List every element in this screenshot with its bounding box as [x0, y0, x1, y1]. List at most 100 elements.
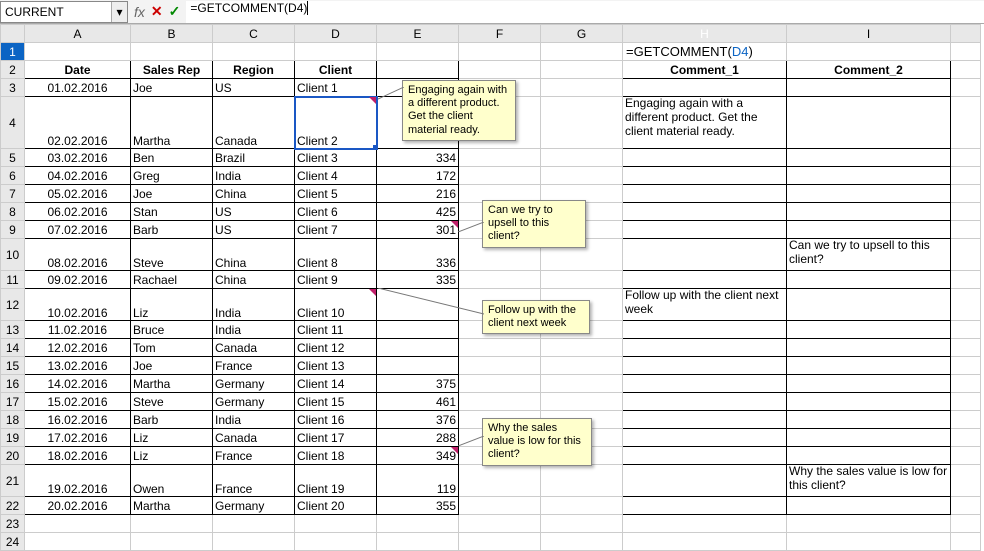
cell[interactable]: [951, 533, 981, 551]
cell-client[interactable]: Client 15: [295, 393, 377, 411]
cell-comment2[interactable]: Can we try to upsell to this client?: [787, 239, 951, 271]
cell[interactable]: [377, 515, 459, 533]
col-header-spill[interactable]: [951, 25, 981, 43]
cell-date[interactable]: 06.02.2016: [25, 203, 131, 221]
header-rep[interactable]: Sales Rep: [131, 61, 213, 79]
cell-client[interactable]: Client 9: [295, 271, 377, 289]
cell-comment2[interactable]: [787, 321, 951, 339]
cell[interactable]: [459, 43, 541, 61]
cell-comment1[interactable]: [623, 239, 787, 271]
name-box-dropdown[interactable]: ▾: [111, 2, 127, 22]
col-header-F[interactable]: F: [459, 25, 541, 43]
cell-date[interactable]: 14.02.2016: [25, 375, 131, 393]
cell-comment1[interactable]: [623, 375, 787, 393]
formula-input[interactable]: =GETCOMMENT(D4): [186, 1, 984, 23]
cell-date[interactable]: 20.02.2016: [25, 497, 131, 515]
cell[interactable]: [951, 497, 981, 515]
cell[interactable]: [25, 515, 131, 533]
cell-rep[interactable]: Barb: [131, 411, 213, 429]
cell[interactable]: [951, 357, 981, 375]
cell-rep[interactable]: Liz: [131, 289, 213, 321]
cell[interactable]: [951, 203, 981, 221]
cell-comment1[interactable]: [623, 321, 787, 339]
cell-client[interactable]: Client 19: [295, 465, 377, 497]
cell-date[interactable]: 10.02.2016: [25, 289, 131, 321]
cell[interactable]: [377, 533, 459, 551]
row-header-2[interactable]: 2: [1, 61, 25, 79]
cell-region[interactable]: Canada: [213, 429, 295, 447]
cell-comment2[interactable]: [787, 497, 951, 515]
cell[interactable]: [951, 339, 981, 357]
cell-region[interactable]: India: [213, 289, 295, 321]
cell-date[interactable]: 04.02.2016: [25, 167, 131, 185]
cell[interactable]: [459, 533, 541, 551]
cell[interactable]: [951, 221, 981, 239]
cell[interactable]: [951, 239, 981, 271]
fx-icon[interactable]: fx: [134, 4, 145, 20]
cell-rep[interactable]: Ben: [131, 149, 213, 167]
cancel-icon[interactable]: ✕: [151, 3, 163, 20]
row-header-6[interactable]: 6: [1, 167, 25, 185]
cell[interactable]: [131, 533, 213, 551]
row-header-22[interactable]: 22: [1, 497, 25, 515]
col-header-B[interactable]: B: [131, 25, 213, 43]
cell[interactable]: [459, 357, 541, 375]
cell-date[interactable]: 16.02.2016: [25, 411, 131, 429]
cell[interactable]: [623, 533, 787, 551]
cell-client[interactable]: Client 12: [295, 339, 377, 357]
cell-region[interactable]: US: [213, 79, 295, 97]
cell-client[interactable]: Client 18: [295, 447, 377, 465]
cell[interactable]: [295, 515, 377, 533]
cell-value[interactable]: 349: [377, 447, 459, 465]
cell-rep[interactable]: Stan: [131, 203, 213, 221]
row-header-13[interactable]: 13: [1, 321, 25, 339]
cell[interactable]: [295, 43, 377, 61]
cell-comment2[interactable]: [787, 97, 951, 149]
cell-client[interactable]: Client 5: [295, 185, 377, 203]
cell[interactable]: [951, 447, 981, 465]
cell-comment1[interactable]: [623, 465, 787, 497]
row-header-14[interactable]: 14: [1, 339, 25, 357]
cell[interactable]: [541, 393, 623, 411]
header-date[interactable]: Date: [25, 61, 131, 79]
cell-client[interactable]: Client 8: [295, 239, 377, 271]
cell-region[interactable]: Germany: [213, 375, 295, 393]
cell-value[interactable]: 425: [377, 203, 459, 221]
cell-date[interactable]: 19.02.2016: [25, 465, 131, 497]
cell[interactable]: [541, 497, 623, 515]
cell-value[interactable]: 376: [377, 411, 459, 429]
cell[interactable]: [131, 43, 213, 61]
cell-value[interactable]: 334: [377, 149, 459, 167]
cell-comment1[interactable]: [623, 221, 787, 239]
col-header-H[interactable]: H: [623, 25, 787, 43]
cell[interactable]: [787, 43, 951, 61]
cell-region[interactable]: India: [213, 167, 295, 185]
cell-date[interactable]: 12.02.2016: [25, 339, 131, 357]
cell[interactable]: [541, 339, 623, 357]
cell-date[interactable]: 13.02.2016: [25, 357, 131, 375]
cell-region[interactable]: US: [213, 203, 295, 221]
cell[interactable]: [951, 515, 981, 533]
row-header-8[interactable]: 8: [1, 203, 25, 221]
cell[interactable]: [459, 497, 541, 515]
row-header-15[interactable]: 15: [1, 357, 25, 375]
cell-value[interactable]: [377, 289, 459, 321]
cell-value[interactable]: 119: [377, 465, 459, 497]
row-header-16[interactable]: 16: [1, 375, 25, 393]
accept-icon[interactable]: ✓: [169, 3, 181, 20]
cell[interactable]: [459, 339, 541, 357]
cell[interactable]: [623, 515, 787, 533]
cell-comment2[interactable]: [787, 167, 951, 185]
header-comment2[interactable]: Comment_2: [787, 61, 951, 79]
cell-rep[interactable]: Bruce: [131, 321, 213, 339]
cell-region[interactable]: Canada: [213, 97, 295, 149]
cell-value[interactable]: 336: [377, 239, 459, 271]
row-header-5[interactable]: 5: [1, 149, 25, 167]
cell[interactable]: [541, 43, 623, 61]
cell-client[interactable]: Client 10: [295, 289, 377, 321]
cell-value[interactable]: 301: [377, 221, 459, 239]
cell[interactable]: [951, 289, 981, 321]
cell-comment2[interactable]: [787, 271, 951, 289]
cell-comment1[interactable]: [623, 339, 787, 357]
header-comment1[interactable]: Comment_1: [623, 61, 787, 79]
